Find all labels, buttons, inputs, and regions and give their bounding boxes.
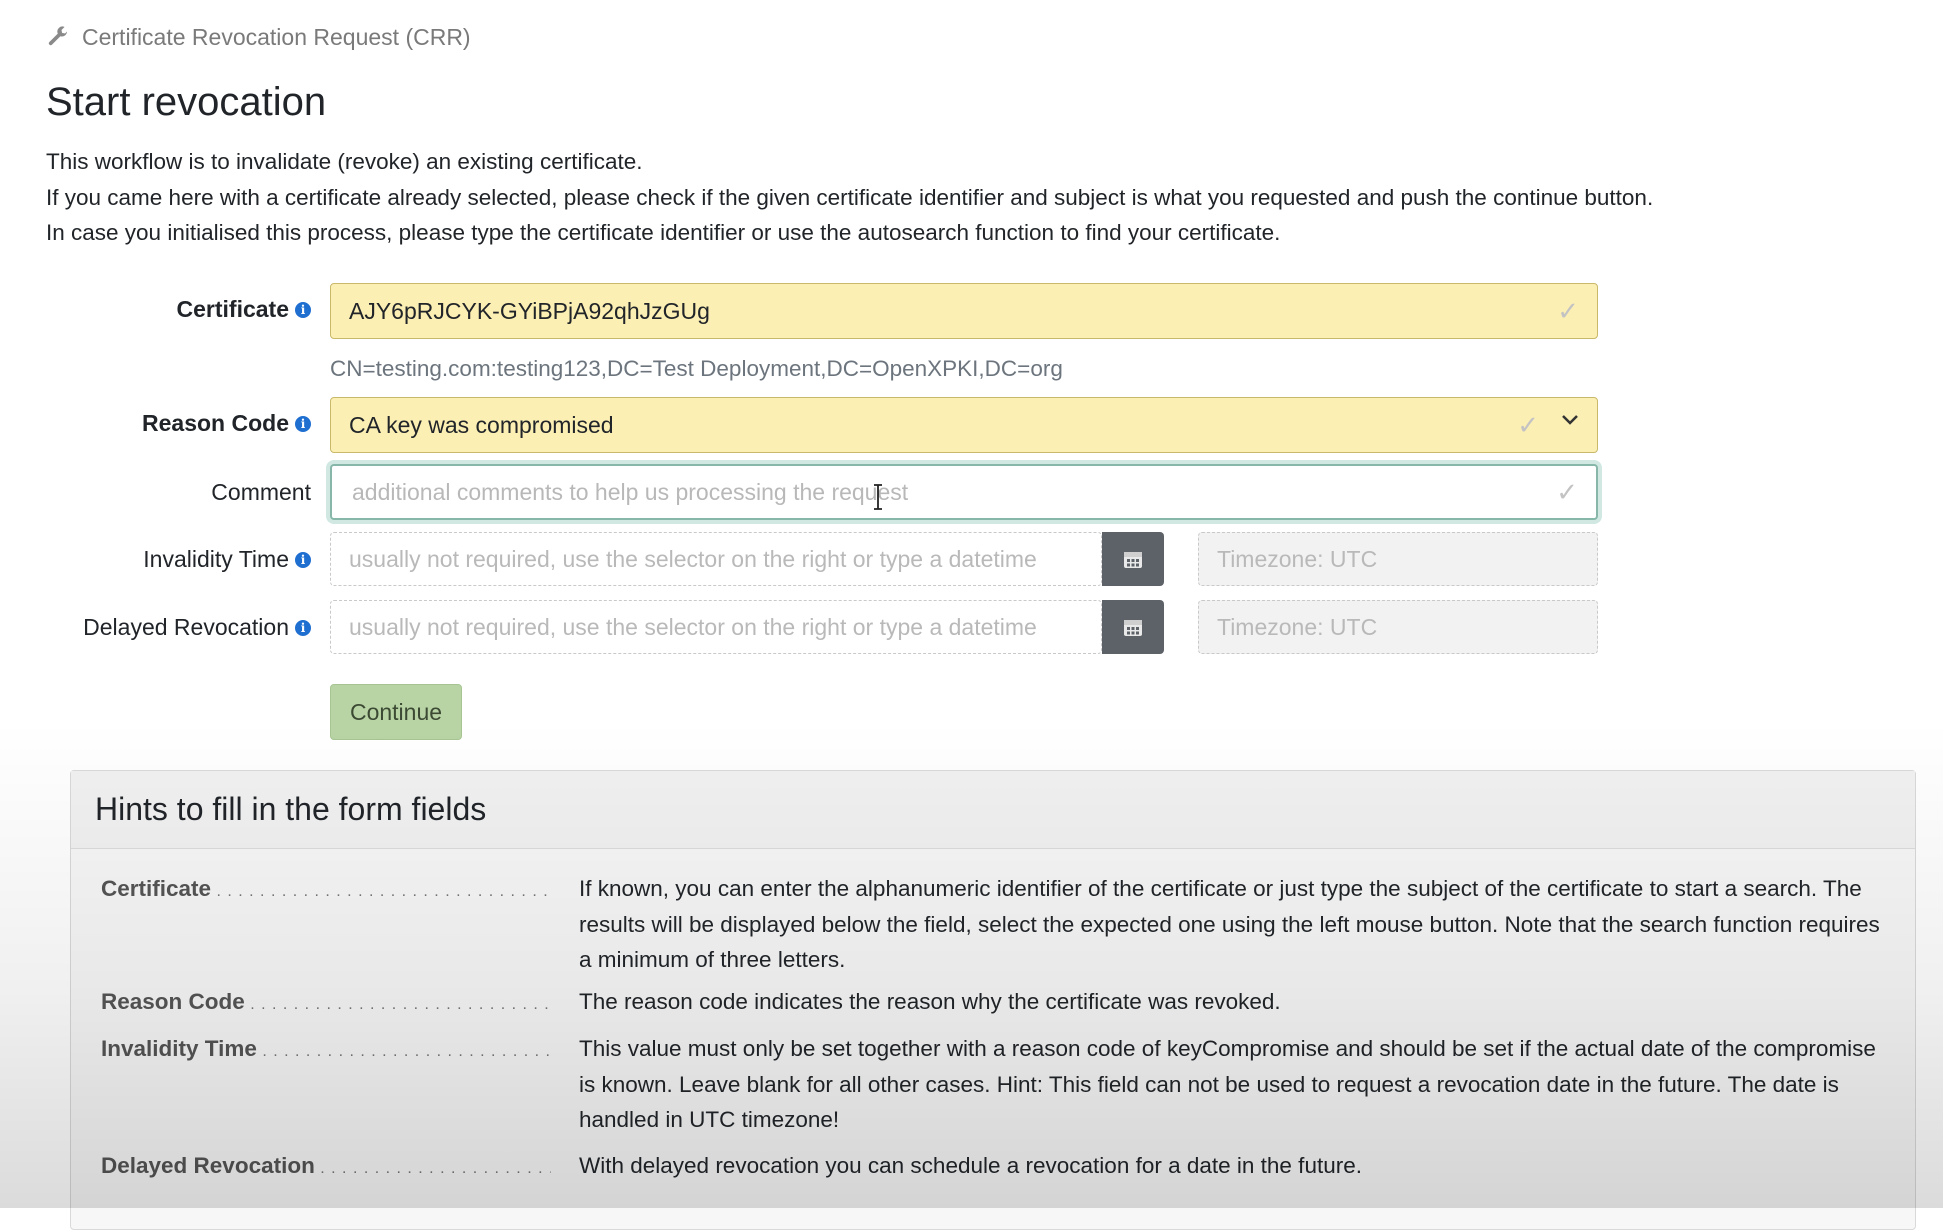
reason-code-value: CA key was compromised <box>349 411 614 438</box>
calendar-icon <box>1124 620 1142 636</box>
hint-description: If known, you can enter the alphanumeric… <box>579 876 1880 972</box>
delayed-revocation-calendar-button[interactable] <box>1102 600 1164 654</box>
info-icon[interactable]: i <box>295 415 311 432</box>
info-icon[interactable]: i <box>295 619 311 636</box>
certificate-value: AJY6pRJCYK-GYiBPjA92qhJzGUg <box>349 297 710 324</box>
delayed-revocation-label-text: Delayed Revocation <box>83 614 289 640</box>
check-icon: ✓ <box>1556 477 1578 507</box>
hints-title: Hints to fill in the form fields <box>71 771 1915 849</box>
chevron-down-icon[interactable] <box>1561 414 1579 426</box>
continue-button[interactable]: Continue <box>330 684 462 740</box>
reason-code-select[interactable]: CA key was compromised ✓ <box>330 397 1598 453</box>
wrench-icon <box>48 26 68 45</box>
hint-term: Invalidity Time <box>101 1031 551 1070</box>
certificate-label-text: Certificate <box>176 296 289 322</box>
calendar-icon <box>1124 552 1142 568</box>
text-cursor-icon <box>874 484 882 510</box>
comment-input[interactable]: ✓ <box>330 464 1598 520</box>
delayed-revocation-timezone: Timezone: UTC <box>1198 600 1598 654</box>
check-icon: ✓ <box>1517 410 1539 440</box>
reason-code-label: Reason Code i <box>142 410 311 437</box>
info-icon[interactable]: i <box>295 551 311 568</box>
invalidity-time-timezone: Timezone: UTC <box>1198 532 1598 586</box>
intro-line: This workflow is to invalidate (revoke) … <box>46 149 643 174</box>
timezone-text: Timezone: UTC <box>1217 613 1378 640</box>
invalidity-time-input[interactable]: usually not required, use the selector o… <box>330 532 1102 586</box>
hints-panel: Hints to fill in the form fields Certifi… <box>70 770 1916 1230</box>
breadcrumb: Certificate Revocation Request (CRR) <box>46 24 471 51</box>
certificate-label: Certificate i <box>177 296 311 323</box>
intro-text: This workflow is to invalidate (revoke) … <box>46 144 1906 251</box>
hint-term: Reason Code <box>101 984 551 1023</box>
invalidity-time-placeholder: usually not required, use the selector o… <box>349 545 1037 572</box>
intro-line: In case you initialised this process, pl… <box>46 220 1281 245</box>
delayed-revocation-input[interactable]: usually not required, use the selector o… <box>330 600 1102 654</box>
reason-code-label-text: Reason Code <box>142 410 289 436</box>
comment-label-text: Comment <box>211 479 311 505</box>
hint-term: Delayed Revocation <box>101 1148 551 1187</box>
check-icon: ✓ <box>1557 296 1579 326</box>
invalidity-time-label-text: Invalidity Time <box>143 546 289 572</box>
intro-line: If you came here with a certificate alre… <box>46 184 1654 210</box>
certificate-input[interactable]: AJY6pRJCYK-GYiBPjA92qhJzGUg ✓ <box>330 283 1598 339</box>
hint-description: With delayed revocation you can schedule… <box>579 1153 1362 1178</box>
hint-description: This value must only be set together wit… <box>579 1036 1876 1132</box>
hint-term: Certificate <box>101 871 551 910</box>
breadcrumb-label[interactable]: Certificate Revocation Request (CRR) <box>82 24 471 51</box>
info-icon[interactable]: i <box>295 301 311 318</box>
hint-description: The reason code indicates the reason why… <box>579 989 1281 1014</box>
certificate-subject: CN=testing.com:testing123,DC=Test Deploy… <box>330 356 1063 381</box>
timezone-text: Timezone: UTC <box>1217 545 1378 572</box>
comment-field[interactable] <box>350 477 1578 507</box>
comment-label: Comment <box>211 479 311 506</box>
delayed-revocation-placeholder: usually not required, use the selector o… <box>349 613 1037 640</box>
page-title: Start revocation <box>46 80 327 124</box>
invalidity-time-label: Invalidity Time i <box>143 546 311 573</box>
delayed-revocation-label: Delayed Revocation i <box>83 614 311 641</box>
invalidity-time-calendar-button[interactable] <box>1102 532 1164 586</box>
